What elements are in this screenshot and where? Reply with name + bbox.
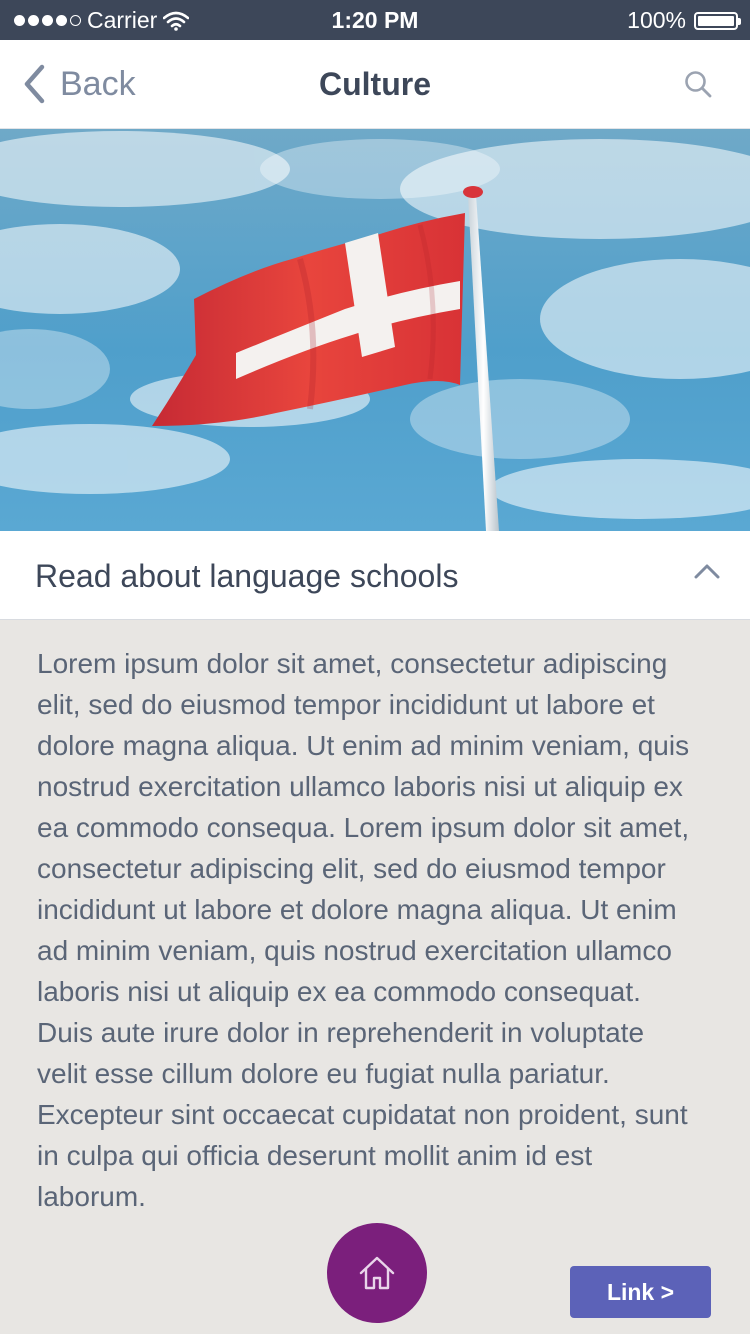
back-button[interactable]: Back xyxy=(22,64,136,104)
battery-percentage: 100% xyxy=(627,7,686,33)
search-icon[interactable] xyxy=(684,70,712,98)
chevron-left-icon xyxy=(24,64,45,104)
chevron-up-icon xyxy=(694,564,720,579)
accordion-title: Read about language schools xyxy=(35,558,459,594)
status-bar: Carrier 1:20 PM 100% xyxy=(0,0,750,40)
home-icon xyxy=(359,1256,395,1290)
accordion-header-language-schools[interactable]: Read about language schools xyxy=(0,531,750,620)
home-button[interactable] xyxy=(327,1223,427,1323)
battery-icon xyxy=(694,11,741,30)
back-label: Back xyxy=(60,64,136,103)
article-body-text: Lorem ipsum dolor sit amet, consectetur … xyxy=(37,648,690,1212)
status-right: 100% xyxy=(627,7,741,34)
hero-image xyxy=(0,129,750,531)
navigation-bar: Back Culture xyxy=(0,40,750,129)
link-button[interactable]: Link > xyxy=(570,1266,711,1318)
